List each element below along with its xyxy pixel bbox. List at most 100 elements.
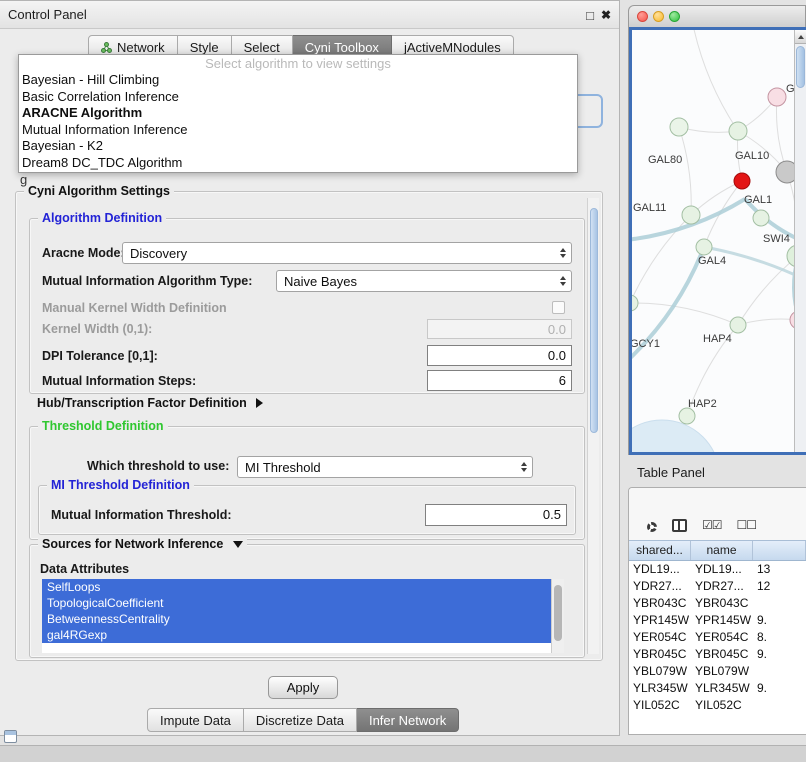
algorithm-option[interactable]: Dream8 DC_TDC Algorithm (19, 155, 577, 172)
attributes-scrollbar[interactable] (551, 579, 564, 653)
algorithm-option[interactable]: Basic Correlation Inference (19, 89, 577, 106)
zoom-traffic-light-icon[interactable] (669, 11, 680, 22)
algorithm-popup-placeholder[interactable]: Select algorithm to view settings (19, 55, 577, 72)
manual-kernel-checkbox[interactable] (552, 301, 565, 314)
which-threshold-value: MI Threshold (238, 460, 516, 475)
table-toolbar: ☑☑ ☐☐ (629, 488, 806, 540)
tab-label: Infer Network (369, 713, 446, 728)
network-view-window: GALGAL80GAL10GAL11GAL1SWI4GAL4GCY1HAP4HA… (628, 5, 806, 455)
aracne-mode-select[interactable]: Discovery (122, 242, 572, 264)
table-row[interactable]: YLR345WYLR345W9. (629, 680, 806, 697)
attributes-scrollbar-thumb[interactable] (554, 585, 562, 641)
network-node[interactable] (734, 173, 750, 189)
tab-impute-data[interactable]: Impute Data (147, 708, 244, 732)
hub-definition-toggle[interactable]: Hub/Transcription Factor Definition (37, 396, 263, 410)
tab-label: Network (117, 40, 165, 55)
minimize-traffic-light-icon[interactable] (653, 11, 664, 22)
network-node[interactable] (679, 408, 695, 424)
tab-label: Impute Data (160, 713, 231, 728)
network-node[interactable] (632, 295, 638, 311)
table-panel: ☑☑ ☐☐ shared... name YDL19...YDL19...13Y… (628, 487, 806, 735)
which-threshold-select[interactable]: MI Threshold (237, 456, 533, 478)
network-icon (101, 42, 112, 53)
algorithm-dropdown-popup: Select algorithm to view settings Bayesi… (18, 54, 578, 173)
table-cell: 13 (753, 561, 806, 578)
table-row[interactable]: YBR045CYBR045C9. (629, 646, 806, 663)
dpi-tolerance-field[interactable]: 0.0 (427, 345, 572, 366)
table-row[interactable]: YDL19...YDL19...13 (629, 561, 806, 578)
algorithm-popup-list: Bayesian - Hill ClimbingBasic Correlatio… (19, 72, 577, 171)
collapsed-panel-icon[interactable] (4, 730, 17, 743)
window-title: Control Panel (8, 1, 87, 28)
scroll-up-icon[interactable] (795, 30, 806, 44)
network-node[interactable] (696, 239, 712, 255)
attribute-item[interactable]: gal4RGexp (42, 627, 551, 643)
table-cell: YDL19... (629, 561, 691, 578)
algorithm-option[interactable]: ARACNE Algorithm (19, 105, 577, 122)
deselect-all-icon[interactable]: ☐☐ (737, 519, 757, 532)
mi-threshold-field[interactable]: 0.5 (425, 504, 567, 526)
table-cell: YBR045C (629, 646, 691, 663)
node-label: SWI4 (763, 233, 790, 245)
gear-icon[interactable] (647, 522, 657, 532)
column-selector-icon[interactable] (672, 519, 687, 532)
table-cell: YBL079W (691, 663, 753, 680)
mi-algorithm-type-value: Naive Bayes (277, 274, 555, 289)
control-panel-titlebar: Control Panel □ ✖ (0, 1, 619, 29)
tab-discretize-data[interactable]: Discretize Data (244, 708, 357, 732)
network-node[interactable] (670, 118, 688, 136)
network-node[interactable] (753, 210, 769, 226)
mi-threshold-label: Mutual Information Threshold: (51, 505, 232, 526)
algorithm-option[interactable]: Bayesian - Hill Climbing (19, 72, 577, 89)
mi-steps-field[interactable]: 6 (427, 370, 572, 391)
network-edge (632, 303, 738, 325)
attribute-item[interactable]: TopologicalCoefficient (42, 595, 551, 611)
network-node[interactable] (682, 206, 700, 224)
network-node[interactable] (730, 317, 746, 333)
column-header-partial[interactable] (753, 541, 806, 560)
table-row[interactable]: YIL052CYIL052C (629, 697, 806, 714)
cyni-settings-group: Cyni Algorithm Settings Algorithm Defini… (15, 191, 603, 661)
settings-scrollbar[interactable] (587, 198, 599, 654)
table-row[interactable]: YDR27...YDR27...12 (629, 578, 806, 595)
settings-scrollbar-thumb[interactable] (590, 208, 598, 433)
network-canvas[interactable]: GALGAL80GAL10GAL11GAL1SWI4GAL4GCY1HAP4HA… (632, 30, 806, 452)
node-label: GAL80 (648, 154, 682, 166)
close-traffic-light-icon[interactable] (637, 11, 648, 22)
tab-infer-network[interactable]: Infer Network (357, 708, 459, 732)
table-row[interactable]: YBR043CYBR043C (629, 595, 806, 612)
attribute-item[interactable]: BetweennessCentrality (42, 611, 551, 627)
close-window-icon[interactable]: ✖ (601, 8, 611, 22)
network-scrollbar-thumb[interactable] (796, 46, 805, 88)
kernel-width-field[interactable]: 0.0 (427, 319, 572, 339)
attribute-item[interactable]: SelfLoops (42, 579, 551, 595)
mi-algorithm-type-select[interactable]: Naive Bayes (276, 270, 572, 292)
network-window-titlebar[interactable] (628, 5, 806, 27)
network-scrollbar[interactable] (794, 30, 806, 452)
collapsed-triangle-icon (256, 398, 263, 408)
float-window-icon[interactable]: □ (586, 8, 594, 23)
table-row[interactable]: YPR145WYPR145W9. (629, 612, 806, 629)
table-cell: YDR27... (629, 578, 691, 595)
table-cell: 9. (753, 646, 806, 663)
algorithm-option[interactable]: Mutual Information Inference (19, 122, 577, 139)
table-row[interactable]: YER054CYER054C8. (629, 629, 806, 646)
control-panel-window: Control Panel □ ✖ Network Style Select (0, 0, 620, 736)
table-row[interactable]: YBL079WYBL079W (629, 663, 806, 680)
sources-toggle[interactable]: Sources for Network Inference (38, 537, 247, 552)
chevron-updown-icon (555, 276, 571, 286)
network-node[interactable] (768, 88, 786, 106)
mi-threshold-group: MI Threshold Definition Mutual Informati… (38, 485, 576, 535)
algorithm-option[interactable]: Bayesian - K2 (19, 138, 577, 155)
table-cell: YLR345W (629, 680, 691, 697)
table-body: YDL19...YDL19...13YDR27...YDR27...12YBR0… (629, 561, 806, 714)
column-header-shared-name[interactable]: shared... (629, 541, 691, 560)
column-header-name[interactable]: name (691, 541, 753, 560)
table-cell (753, 595, 806, 612)
node-label: GAL11 (633, 202, 666, 214)
screen: Control Panel □ ✖ Network Style Select (0, 0, 806, 762)
apply-button[interactable]: Apply (268, 676, 338, 699)
network-node[interactable] (729, 122, 747, 140)
bottom-tabs: Impute Data Discretize Data Infer Networ… (147, 708, 459, 732)
select-all-icon[interactable]: ☑☑ (702, 519, 722, 532)
